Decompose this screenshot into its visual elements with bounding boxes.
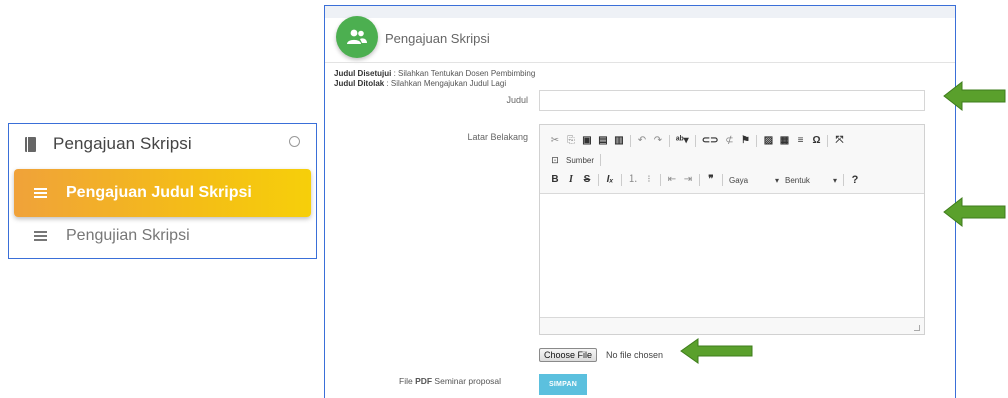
note-rejected: Judul Ditolak : Silahkan Mengajukan Judu…: [334, 79, 506, 88]
file-pdf-label: File PDF Seminar proposal: [399, 376, 501, 386]
toolbar-separator: [694, 135, 696, 147]
rich-text-editor: ✂ ⎘ ▣ ▤ ▥ ↶ ↷ ᵃᵇ▾ ⊂⊃ ⊄ ⚑ ▨ ▦ ≡ Ω ⤧ ⊡ Sum…: [539, 124, 925, 335]
sidebar-item-pengajuan-judul[interactable]: Pengajuan Judul Skripsi: [14, 169, 311, 217]
sidebar-group-label: Pengajuan Skripsi: [53, 134, 192, 153]
note-rejected-text: : Silahkan Mengajukan Judul Lagi: [384, 79, 507, 88]
sidebar-panel: Pengajuan Skripsi Pengajuan Judul Skrips…: [8, 123, 317, 259]
maximize-icon[interactable]: ⤧: [834, 134, 844, 148]
book-icon: [25, 136, 36, 152]
toolbar-separator: [843, 174, 844, 186]
undo-icon[interactable]: ↶: [637, 134, 647, 148]
note-approved-label: Judul Disetujui: [334, 69, 392, 78]
toolbar-separator: [756, 135, 758, 147]
special-char-icon[interactable]: Ω: [811, 134, 821, 148]
help-icon[interactable]: ?: [850, 173, 860, 187]
circle-icon[interactable]: [289, 136, 300, 147]
editor-content-area[interactable]: [540, 193, 924, 318]
toolbar-separator: [722, 174, 723, 186]
file-label-bold: PDF: [415, 376, 433, 386]
file-label-prefix: File: [399, 376, 416, 386]
toolbar-separator: [827, 135, 829, 147]
toolbar-separator: [630, 135, 631, 147]
anchor-flag-icon[interactable]: ⚑: [740, 134, 750, 148]
paste-text-icon[interactable]: ▤: [598, 134, 608, 148]
table-icon[interactable]: ▦: [779, 134, 789, 148]
paste-word-icon[interactable]: ▥: [614, 134, 624, 148]
note-rejected-label: Judul Ditolak: [334, 79, 385, 88]
link-icon[interactable]: ⊂⊃: [702, 134, 719, 148]
note-approved-text: : Silahkan Tentukan Dosen Pembimbing: [391, 69, 536, 78]
spellcheck-icon[interactable]: ᵃᵇ▾: [676, 134, 689, 148]
horizontal-line-icon[interactable]: ≡: [795, 134, 805, 148]
source-icon[interactable]: ⊡: [550, 153, 560, 167]
file-status: No file chosen: [606, 350, 664, 360]
toolbar-separator: [699, 174, 700, 186]
top-strip: [325, 6, 955, 18]
editor-toolbar-row-1: ✂ ⎘ ▣ ▤ ▥ ↶ ↷ ᵃᵇ▾ ⊂⊃ ⊄ ⚑ ▨ ▦ ≡ Ω ⤧: [550, 133, 844, 149]
file-label-suffix: Seminar proposal: [432, 376, 502, 386]
numbered-list-icon[interactable]: ⒈: [628, 173, 638, 187]
sidebar-item-pengujian[interactable]: Pengujian Skripsi: [34, 227, 190, 245]
indent-icon[interactable]: ⇥: [683, 173, 693, 187]
resize-handle-icon[interactable]: [914, 325, 920, 331]
bulleted-list-icon[interactable]: ⁝: [644, 173, 654, 187]
italic-icon[interactable]: I: [566, 173, 576, 187]
paste-icon[interactable]: ▣: [582, 134, 592, 148]
style-dropdown[interactable]: Gaya ▾: [729, 176, 779, 185]
editor-toolbar-row-3: B I S Iₓ ⒈ ⁝ ⇤ ⇥ ❞ Gaya ▾ Bentuk ▾ ?: [550, 172, 860, 188]
form-panel: Pengajuan Skripsi Judul Disetujui : Sila…: [324, 5, 956, 398]
latar-belakang-label: Latar Belakang: [467, 132, 528, 142]
toolbar-separator: [621, 174, 622, 186]
list-icon: [34, 231, 47, 241]
sidebar-group-header[interactable]: Pengajuan Skripsi: [25, 132, 192, 156]
arrow-left-icon: [943, 80, 1006, 112]
judul-label: Judul: [506, 95, 528, 105]
list-icon: [34, 188, 47, 198]
chevron-down-icon: ▾: [774, 175, 779, 185]
format-dropdown[interactable]: Bentuk ▾: [785, 176, 837, 185]
image-icon[interactable]: ▨: [763, 134, 773, 148]
editor-toolbar-row-2: ⊡ Sumber: [550, 152, 602, 168]
users-icon: [336, 16, 378, 58]
judul-input[interactable]: [539, 90, 925, 111]
divider: [325, 62, 955, 63]
toolbar-separator: [669, 135, 670, 147]
sidebar-item-label: Pengujian Skripsi: [66, 227, 190, 244]
chevron-down-icon: ▾: [832, 175, 837, 185]
remove-format-icon[interactable]: Iₓ: [605, 173, 615, 187]
simpan-button[interactable]: SIMPAN: [539, 374, 587, 395]
sidebar-item-label: Pengajuan Judul Skripsi: [66, 184, 252, 201]
format-dropdown-label: Bentuk: [785, 175, 810, 185]
note-approved: Judul Disetujui : Silahkan Tentukan Dose…: [334, 69, 535, 78]
style-dropdown-label: Gaya: [729, 175, 749, 185]
source-label: Sumber: [566, 155, 595, 165]
copy-icon[interactable]: ⎘: [566, 134, 576, 148]
outdent-icon[interactable]: ⇤: [667, 173, 677, 187]
toolbar-separator: [600, 154, 602, 166]
choose-file-button[interactable]: Choose File: [539, 348, 598, 362]
cut-icon[interactable]: ✂: [550, 134, 560, 148]
strike-icon[interactable]: S: [582, 173, 592, 187]
arrow-left-icon: [943, 196, 1006, 228]
redo-icon[interactable]: ↷: [653, 134, 663, 148]
bold-icon[interactable]: B: [550, 173, 560, 187]
source-button[interactable]: Sumber: [566, 156, 594, 165]
arrow-left-icon: [680, 338, 753, 364]
toolbar-separator: [598, 174, 599, 186]
unlink-icon[interactable]: ⊄: [724, 134, 734, 148]
toolbar-separator: [660, 174, 661, 186]
blockquote-icon[interactable]: ❞: [706, 173, 716, 187]
page-title: Pengajuan Skripsi: [385, 31, 490, 46]
